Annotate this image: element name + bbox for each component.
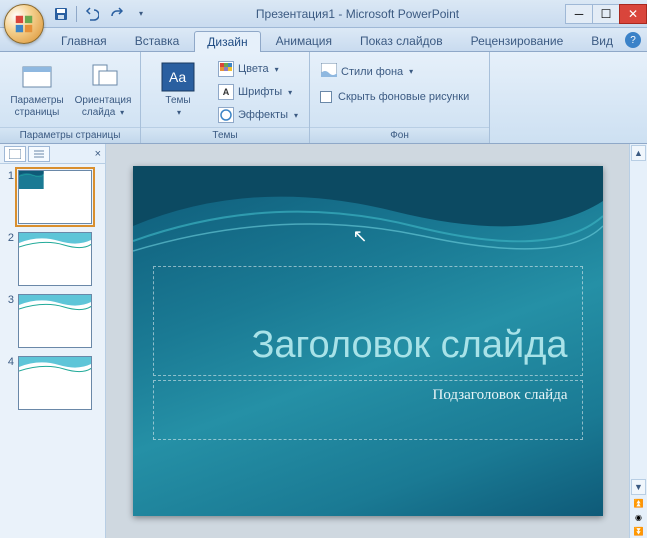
save-icon[interactable] <box>52 5 70 23</box>
title-placeholder[interactable]: Заголовок слайда <box>153 266 583 376</box>
themes-label: Темы▾ <box>165 95 190 119</box>
themes-icon: Aa <box>161 59 195 95</box>
scroll-track[interactable] <box>630 162 647 478</box>
themes-button[interactable]: Aa Темы▾ <box>147 56 209 127</box>
slide-thumbnail[interactable] <box>18 294 92 348</box>
orientation-button[interactable]: Ориентация слайда ▾ <box>72 56 134 127</box>
qat-customize-icon[interactable]: ▾ <box>131 5 149 23</box>
colors-button[interactable]: Цвета▾ <box>213 58 303 80</box>
subtitle-text: Подзаголовок слайда <box>433 387 568 433</box>
slide-editor[interactable]: Заголовок слайда Подзаголовок слайда ↖ <box>106 144 629 538</box>
group-label-background: Фон <box>310 127 489 143</box>
thumb-number: 3 <box>4 294 14 348</box>
scroll-down-icon[interactable]: ▼ <box>631 479 646 495</box>
tab-slideshow[interactable]: Показ слайдов <box>347 30 456 51</box>
slide-canvas[interactable]: Заголовок слайда Подзаголовок слайда ↖ <box>133 166 603 516</box>
fonts-icon: A <box>218 84 234 100</box>
title-text: Заголовок слайда <box>251 324 567 367</box>
thumb-number: 2 <box>4 232 14 286</box>
fonts-label: Шрифты <box>238 86 282 98</box>
hide-bg-label: Скрыть фоновые рисунки <box>338 91 469 103</box>
tab-home[interactable]: Главная <box>48 30 120 51</box>
background-styles-button[interactable]: Стили фона▾ <box>316 60 483 83</box>
orientation-label: Ориентация слайда ▾ <box>75 95 132 119</box>
next-slide-icon[interactable]: ⏬ <box>630 524 647 538</box>
page-setup-button[interactable]: Параметры страницы <box>6 56 68 127</box>
pane-close-icon[interactable]: × <box>95 148 101 160</box>
colors-label: Цвета <box>238 63 269 75</box>
bg-styles-label: Стили фона <box>341 66 403 78</box>
hide-bg-checkbox[interactable] <box>320 91 332 103</box>
page-setup-label: Параметры страницы <box>9 95 65 119</box>
tab-insert[interactable]: Вставка <box>122 30 193 51</box>
thumb-number: 1 <box>4 170 14 224</box>
group-label-themes: Темы <box>141 127 309 143</box>
help-icon[interactable]: ? <box>625 32 641 48</box>
thumb-number: 4 <box>4 356 14 410</box>
maximize-button[interactable]: ☐ <box>592 4 620 24</box>
hide-bg-checkbox-row[interactable]: Скрыть фоновые рисунки <box>316 89 483 105</box>
undo-icon[interactable] <box>83 5 101 23</box>
slide-thumbnail[interactable] <box>18 170 92 224</box>
slide-thumbnail[interactable] <box>18 232 92 286</box>
redo-icon[interactable] <box>107 5 125 23</box>
thumbnails-tab[interactable] <box>4 146 26 162</box>
group-label-page-setup: Параметры страницы <box>0 127 140 143</box>
tab-design[interactable]: Дизайн <box>194 31 260 52</box>
minimize-button[interactable]: ─ <box>565 4 593 24</box>
tab-view[interactable]: Вид <box>578 30 626 51</box>
svg-text:Aa: Aa <box>169 69 186 85</box>
office-button[interactable] <box>4 4 44 44</box>
tab-review[interactable]: Рецензирование <box>458 30 577 51</box>
effects-icon <box>218 107 234 123</box>
fonts-button[interactable]: A Шрифты▾ <box>213 81 303 103</box>
window-title: Презентация1 - Microsoft PowerPoint <box>149 7 566 21</box>
outline-tab[interactable] <box>28 146 50 162</box>
slide-thumbnail[interactable] <box>18 356 92 410</box>
tab-animation[interactable]: Анимация <box>263 30 345 51</box>
effects-label: Эффекты <box>238 109 288 121</box>
orientation-icon <box>87 59 119 95</box>
close-button[interactable]: ✕ <box>619 4 647 24</box>
bg-styles-icon <box>321 63 337 80</box>
nav-menu-icon[interactable]: ◉ <box>630 510 647 524</box>
page-setup-icon <box>21 59 53 95</box>
scroll-up-icon[interactable]: ▲ <box>631 145 646 161</box>
qat-separator <box>76 6 77 22</box>
effects-button[interactable]: Эффекты▾ <box>213 104 303 126</box>
subtitle-placeholder[interactable]: Подзаголовок слайда <box>153 380 583 440</box>
prev-slide-icon[interactable]: ⏫ <box>630 496 647 510</box>
colors-icon <box>218 61 234 77</box>
vertical-scrollbar[interactable]: ▲ ▼ ⏫ ◉ ⏬ <box>629 144 647 538</box>
thumbnails-pane: 1 2 3 4 <box>0 164 105 538</box>
